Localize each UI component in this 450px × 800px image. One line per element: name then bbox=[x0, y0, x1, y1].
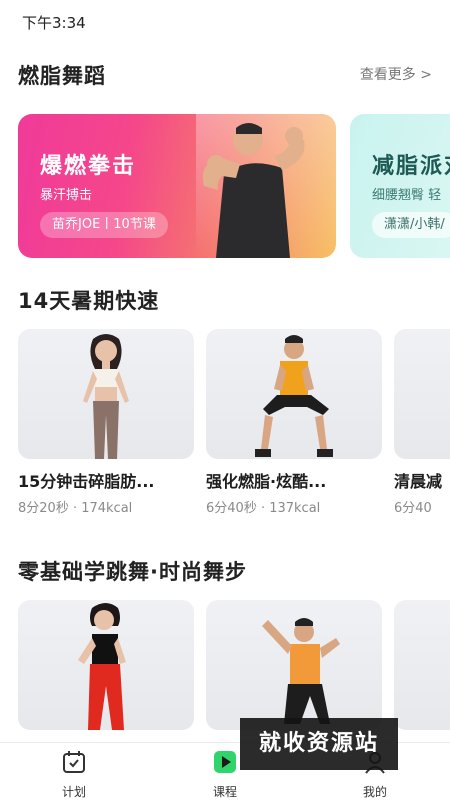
banner-subtitle: 暴汗搏击 bbox=[40, 188, 93, 203]
course-thumbnail bbox=[394, 329, 450, 459]
banner-card-boxing[interactable]: 爆燃拳击 暴汗搏击 苗乔JOE丨10节课 bbox=[18, 114, 336, 258]
section-title-beginner: 零基础学跳舞·时尚舞步 bbox=[18, 560, 247, 584]
banner-tag: 苗乔JOE丨10节课 bbox=[40, 212, 168, 238]
trainer-image bbox=[255, 335, 333, 457]
course-meta: 8分20秒 · 174kcal bbox=[18, 501, 133, 516]
course-thumbnail bbox=[206, 329, 382, 459]
coach-image bbox=[202, 123, 305, 258]
banner-carousel[interactable]: 爆燃拳击 暴汗搏击 苗乔JOE丨10节课 减脂派对 细腰翘臀 轻 潇潇/小韩/ bbox=[18, 114, 450, 260]
course-card[interactable] bbox=[394, 600, 450, 730]
course-thumbnail bbox=[394, 600, 450, 730]
course-thumbnail bbox=[18, 600, 194, 730]
banner-tag: 潇潇/小韩/ bbox=[372, 212, 450, 238]
banner-title: 爆燃拳击 bbox=[40, 154, 137, 179]
banner-card-party[interactable]: 减脂派对 细腰翘臀 轻 潇潇/小韩/ bbox=[350, 114, 450, 258]
course-meta: 6分40 bbox=[394, 501, 432, 516]
watermark-overlay: 就收资源站 bbox=[240, 718, 398, 770]
play-icon bbox=[214, 751, 236, 773]
section-title-dance: 燃脂舞蹈 bbox=[18, 64, 106, 88]
nav-label: 我的 bbox=[362, 785, 387, 799]
course-meta: 6分40秒 · 137kcal bbox=[206, 501, 321, 516]
course-title: 清晨减 bbox=[394, 472, 443, 491]
see-more-link[interactable]: 查看更多 > bbox=[360, 64, 432, 84]
course-card[interactable]: 15分钟击碎脂肪... 8分20秒 · 174kcal bbox=[18, 329, 194, 516]
calendar-icon bbox=[63, 751, 85, 773]
course-card[interactable] bbox=[18, 600, 194, 730]
nav-label: 计划 bbox=[61, 785, 86, 799]
course-title: 15分钟击碎脂肪... bbox=[18, 472, 155, 491]
nav-label: 课程 bbox=[212, 785, 237, 799]
course-thumbnail bbox=[18, 329, 194, 459]
trainer-image bbox=[83, 334, 129, 459]
status-time: 下午3:34 bbox=[22, 14, 86, 32]
summer-card-list[interactable]: 15分钟击碎脂肪... 8分20秒 · 174kcal 强化燃脂·炫酷... 6… bbox=[18, 329, 450, 519]
banner-subtitle: 细腰翘臀 轻 bbox=[372, 188, 442, 203]
course-card[interactable] bbox=[206, 600, 382, 730]
section-title-summer: 14天暑期快速 bbox=[18, 289, 160, 313]
nav-item-plan[interactable]: 计划 bbox=[44, 749, 104, 800]
banner-title: 减脂派对 bbox=[372, 154, 450, 179]
course-card[interactable]: 清晨减 6分40 bbox=[394, 329, 450, 516]
course-thumbnail bbox=[206, 600, 382, 730]
course-card[interactable]: 强化燃脂·炫酷... 6分40秒 · 137kcal bbox=[206, 329, 382, 516]
trainer-image bbox=[78, 603, 126, 730]
trainer-image bbox=[262, 618, 340, 724]
status-bar: 下午3:34 bbox=[0, 0, 450, 40]
course-title: 强化燃脂·炫酷... bbox=[206, 472, 327, 491]
